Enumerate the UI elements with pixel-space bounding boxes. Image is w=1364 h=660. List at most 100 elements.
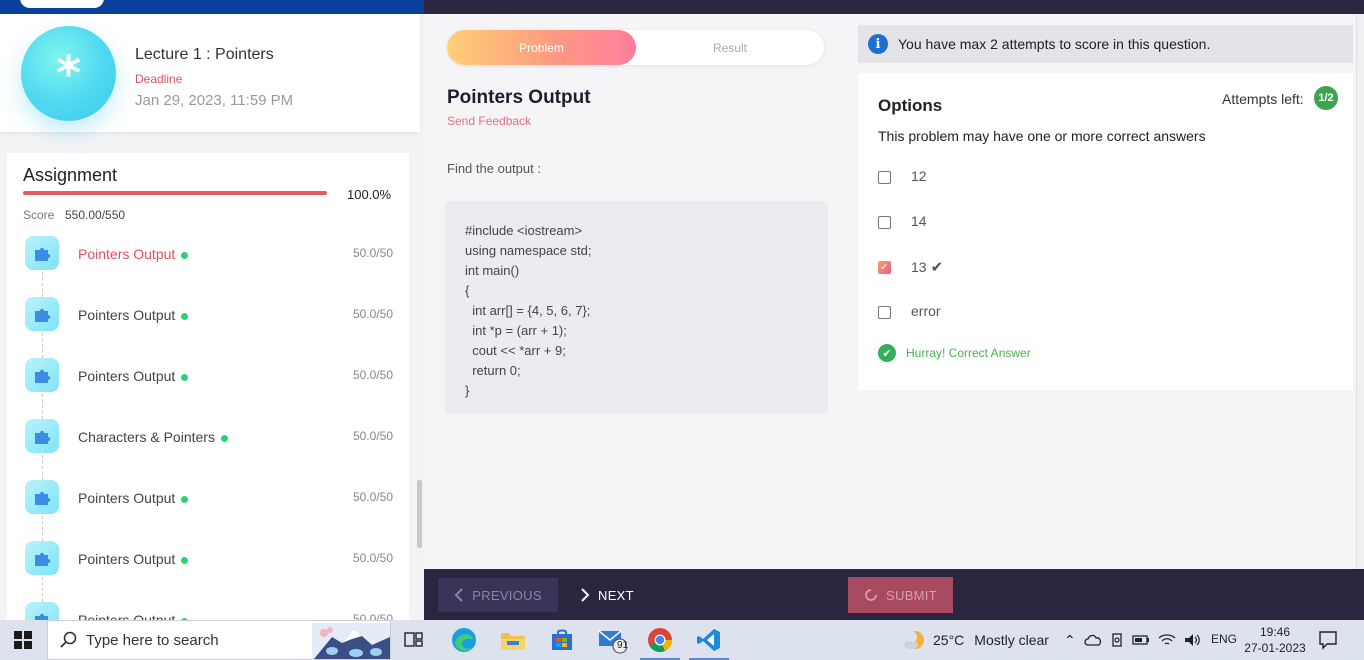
mail-badge: 91 xyxy=(617,640,629,651)
options-note: This problem may have one or more correc… xyxy=(878,128,1206,144)
taskbar-chrome[interactable] xyxy=(636,620,684,660)
status-dot xyxy=(181,312,189,320)
right-top-bar xyxy=(848,0,1364,14)
previous-button[interactable]: PREVIOUS xyxy=(438,578,558,612)
assignment-item-points: 50.0/50 xyxy=(352,612,393,620)
lecture-card: * Lecture 1 : Pointers Deadline Jan 29, … xyxy=(0,14,420,132)
notification-icon[interactable] xyxy=(1318,630,1338,650)
assignment-item[interactable]: Pointers Output 50.0/50 xyxy=(7,358,409,419)
option-text: 12 xyxy=(911,168,927,184)
assignment-item-points: 50.0/50 xyxy=(352,551,393,565)
puzzle-icon xyxy=(25,297,59,331)
assignment-item-title: Pointers Output xyxy=(78,368,176,384)
weather-widget[interactable]: 25°C Mostly clear xyxy=(903,628,1049,652)
language-indicator[interactable]: ENG xyxy=(1211,632,1237,646)
tab-problem[interactable]: Problem xyxy=(447,30,636,65)
battery-icon[interactable] xyxy=(1132,634,1150,646)
answer-option[interactable]: error xyxy=(878,300,1178,324)
puzzle-icon xyxy=(25,480,59,514)
top-pill-button[interactable] xyxy=(20,0,104,8)
options-scrollbar[interactable] xyxy=(1356,14,1364,569)
windows-taskbar: Type here to search 91 25°C Mostly clear… xyxy=(0,620,1364,660)
score-label: Score xyxy=(23,208,55,222)
option-checkbox[interactable] xyxy=(878,306,891,319)
assignment-item-title: Pointers Output xyxy=(78,490,176,506)
item-connector xyxy=(42,516,43,541)
folder-icon xyxy=(501,633,525,650)
vscode-icon xyxy=(697,629,720,651)
answer-option[interactable]: ✓ 13 ✔ xyxy=(878,255,1178,279)
answer-option[interactable]: 14 xyxy=(878,210,1178,234)
code-line: cout << *arr + 9; xyxy=(465,343,566,358)
onedrive-cloud-icon[interactable] xyxy=(1084,633,1102,647)
refresh-icon xyxy=(865,589,877,601)
clock-date: 27-01-2023 xyxy=(1244,641,1306,655)
deadline-label: Deadline xyxy=(135,72,183,86)
option-text: 13 xyxy=(911,259,927,275)
assignment-item-points: 50.0/50 xyxy=(352,490,393,504)
assignment-item-points: 50.0/50 xyxy=(352,246,393,260)
assignment-item-title: Pointers Output xyxy=(78,246,176,262)
submit-button[interactable]: SUBMIT xyxy=(848,577,953,613)
question-nav-bar: PREVIOUS NEXT SUBMIT xyxy=(424,569,1364,620)
moon-cloud-icon xyxy=(904,631,924,649)
taskbar-clock[interactable]: 19:46 27-01-2023 xyxy=(1244,624,1306,656)
option-text: 14 xyxy=(911,213,927,229)
wifi-icon[interactable] xyxy=(1158,633,1176,647)
option-label: 14 xyxy=(911,213,927,229)
device-icon[interactable] xyxy=(1110,632,1124,648)
checkmark-icon: ✔ xyxy=(930,259,944,276)
attempts-info-text: You have max 2 attempts to score in this… xyxy=(898,36,1211,52)
answer-option[interactable]: 12 xyxy=(878,165,1178,189)
next-button[interactable]: NEXT xyxy=(572,578,652,612)
taskbar-edge[interactable] xyxy=(440,620,488,660)
assignment-item-label: Pointers Output xyxy=(78,246,189,262)
puzzle-icon xyxy=(25,602,59,620)
chevron-up-icon[interactable]: ⌃ xyxy=(1064,632,1076,649)
option-checkbox[interactable] xyxy=(878,216,891,229)
puzzle-icon xyxy=(25,541,59,575)
taskbar-vscode[interactable] xyxy=(685,620,733,660)
option-checkbox[interactable]: ✓ xyxy=(878,261,891,274)
assignment-item-label: Pointers Output xyxy=(78,612,189,620)
assignment-item-label: Pointers Output xyxy=(78,551,189,567)
search-highlight-art-icon xyxy=(312,623,390,659)
start-button[interactable] xyxy=(0,620,46,660)
assignment-item-title: Pointers Output xyxy=(78,307,176,323)
tab-result[interactable]: Result xyxy=(636,30,824,65)
chrome-icon xyxy=(648,628,672,652)
taskbar-store[interactable] xyxy=(538,620,586,660)
code-line: { xyxy=(465,283,470,298)
sidebar-scrollbar[interactable] xyxy=(417,480,422,548)
option-checkbox[interactable] xyxy=(878,171,891,184)
assignment-item-points: 50.0/50 xyxy=(352,368,393,382)
send-feedback-link[interactable]: Send Feedback xyxy=(447,114,531,128)
windows-logo-icon xyxy=(14,631,32,649)
status-dot xyxy=(220,434,228,442)
lecture-sidebar: * Lecture 1 : Pointers Deadline Jan 29, … xyxy=(0,0,424,620)
problem-prompt: Find the output : xyxy=(447,161,541,176)
assignment-item[interactable]: Characters & Pointers 50.0/50 xyxy=(7,419,409,480)
speaker-icon[interactable] xyxy=(1184,633,1202,647)
assignment-item[interactable]: Pointers Output 50.0/50 xyxy=(7,541,409,602)
code-block: #include <iostream> using namespace std; i… xyxy=(445,201,828,414)
options-panel: i You have max 2 attempts to score in th… xyxy=(848,0,1364,569)
assignment-item[interactable]: Pointers Output 50.0/50 xyxy=(7,602,409,620)
item-connector xyxy=(42,333,43,358)
task-view-button[interactable] xyxy=(390,620,438,660)
status-dot xyxy=(181,373,189,381)
weather-description: Mostly clear xyxy=(974,632,1049,648)
taskbar-file-explorer[interactable] xyxy=(489,620,537,660)
next-label: NEXT xyxy=(598,587,634,603)
result-message: Hurray! Correct Answer xyxy=(906,346,1031,360)
taskbar-search-box[interactable]: Type here to search xyxy=(47,620,391,660)
status-dot xyxy=(181,495,189,503)
assignment-item-title: Pointers Output xyxy=(78,551,176,567)
assignment-item[interactable]: Pointers Output 50.0/50 xyxy=(7,480,409,541)
assignment-item[interactable]: Pointers Output 50.0/50 xyxy=(7,297,409,358)
taskbar-mail[interactable]: 91 xyxy=(588,620,636,660)
system-tray: ⌃ xyxy=(1064,620,1202,660)
clock-time: 19:46 xyxy=(1259,625,1291,639)
code-line: int *p = (arr + 1); xyxy=(465,323,567,338)
assignment-item[interactable]: Pointers Output 50.0/50 xyxy=(7,236,409,297)
